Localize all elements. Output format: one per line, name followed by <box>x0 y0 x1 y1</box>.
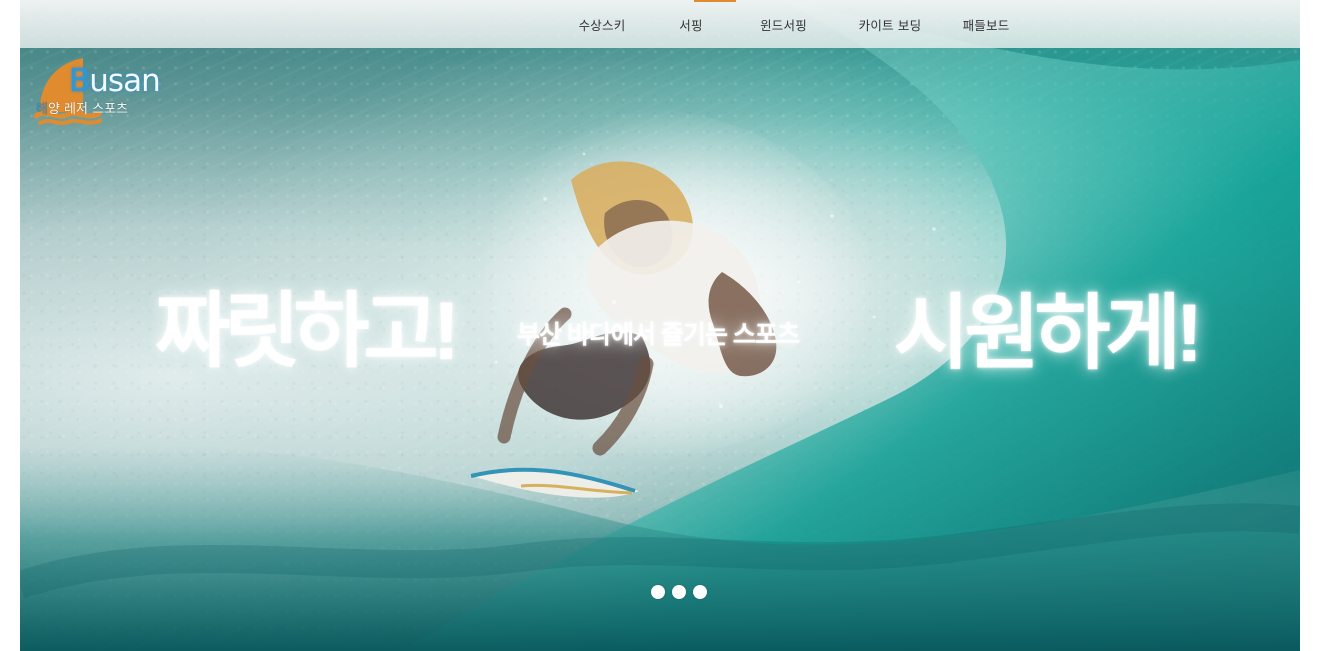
white-spray-shape <box>472 105 879 464</box>
page-left-gutter <box>0 0 20 651</box>
page-root: 짜릿하고! 부산 바다에서 즐기는 스포츠 시원하게! 수상스키 서핑 윈드서핑… <box>0 0 1320 651</box>
logo-word-rest: usan <box>89 63 160 99</box>
slider-dot-3[interactable] <box>693 585 707 599</box>
logo-subtitle: 해양 레저 스포츠 <box>36 103 128 116</box>
logo-wordmark: Busan <box>69 63 161 99</box>
active-nav-indicator <box>694 0 736 2</box>
logo-subtitle-part-2: 양 레저 <box>47 102 88 117</box>
logo-initial: B <box>69 63 90 99</box>
hero-subheadline: 부산 바다에서 즐기는 스포츠 <box>517 321 800 349</box>
nav-item-surfing[interactable]: 서핑 <box>651 15 731 34</box>
nav-item-windsurfing[interactable]: 윈드서핑 <box>731 15 836 34</box>
page-right-gutter <box>1300 0 1320 651</box>
water-droplets <box>494 152 936 408</box>
foreground-sea-shape <box>20 444 1300 651</box>
main-navigation: 수상스키 서핑 윈드서핑 카이트 보딩 패들보드 <box>553 14 1028 34</box>
site-logo[interactable]: Busan 해양 레저 스포츠 <box>33 56 161 128</box>
slider-pagination <box>651 585 707 599</box>
slider-dot-2[interactable] <box>672 585 686 599</box>
wave-shadow-line <box>20 503 1300 599</box>
nav-item-kiteboarding[interactable]: 카이트 보딩 <box>836 15 944 34</box>
logo-subtitle-part-3: 스포츠 <box>87 102 128 117</box>
hero-banner: 짜릿하고! 부산 바다에서 즐기는 스포츠 시원하게! <box>20 0 1300 651</box>
nav-item-paddleboard[interactable]: 패들보드 <box>944 15 1028 34</box>
slider-dot-1[interactable] <box>651 585 665 599</box>
logo-subtitle-part-1: 해 <box>36 102 48 117</box>
nav-item-water-ski[interactable]: 수상스키 <box>553 15 651 34</box>
hero-headline-left: 짜릿하고! <box>155 286 460 377</box>
hero-headline-right: 시원하게! <box>894 288 1203 379</box>
